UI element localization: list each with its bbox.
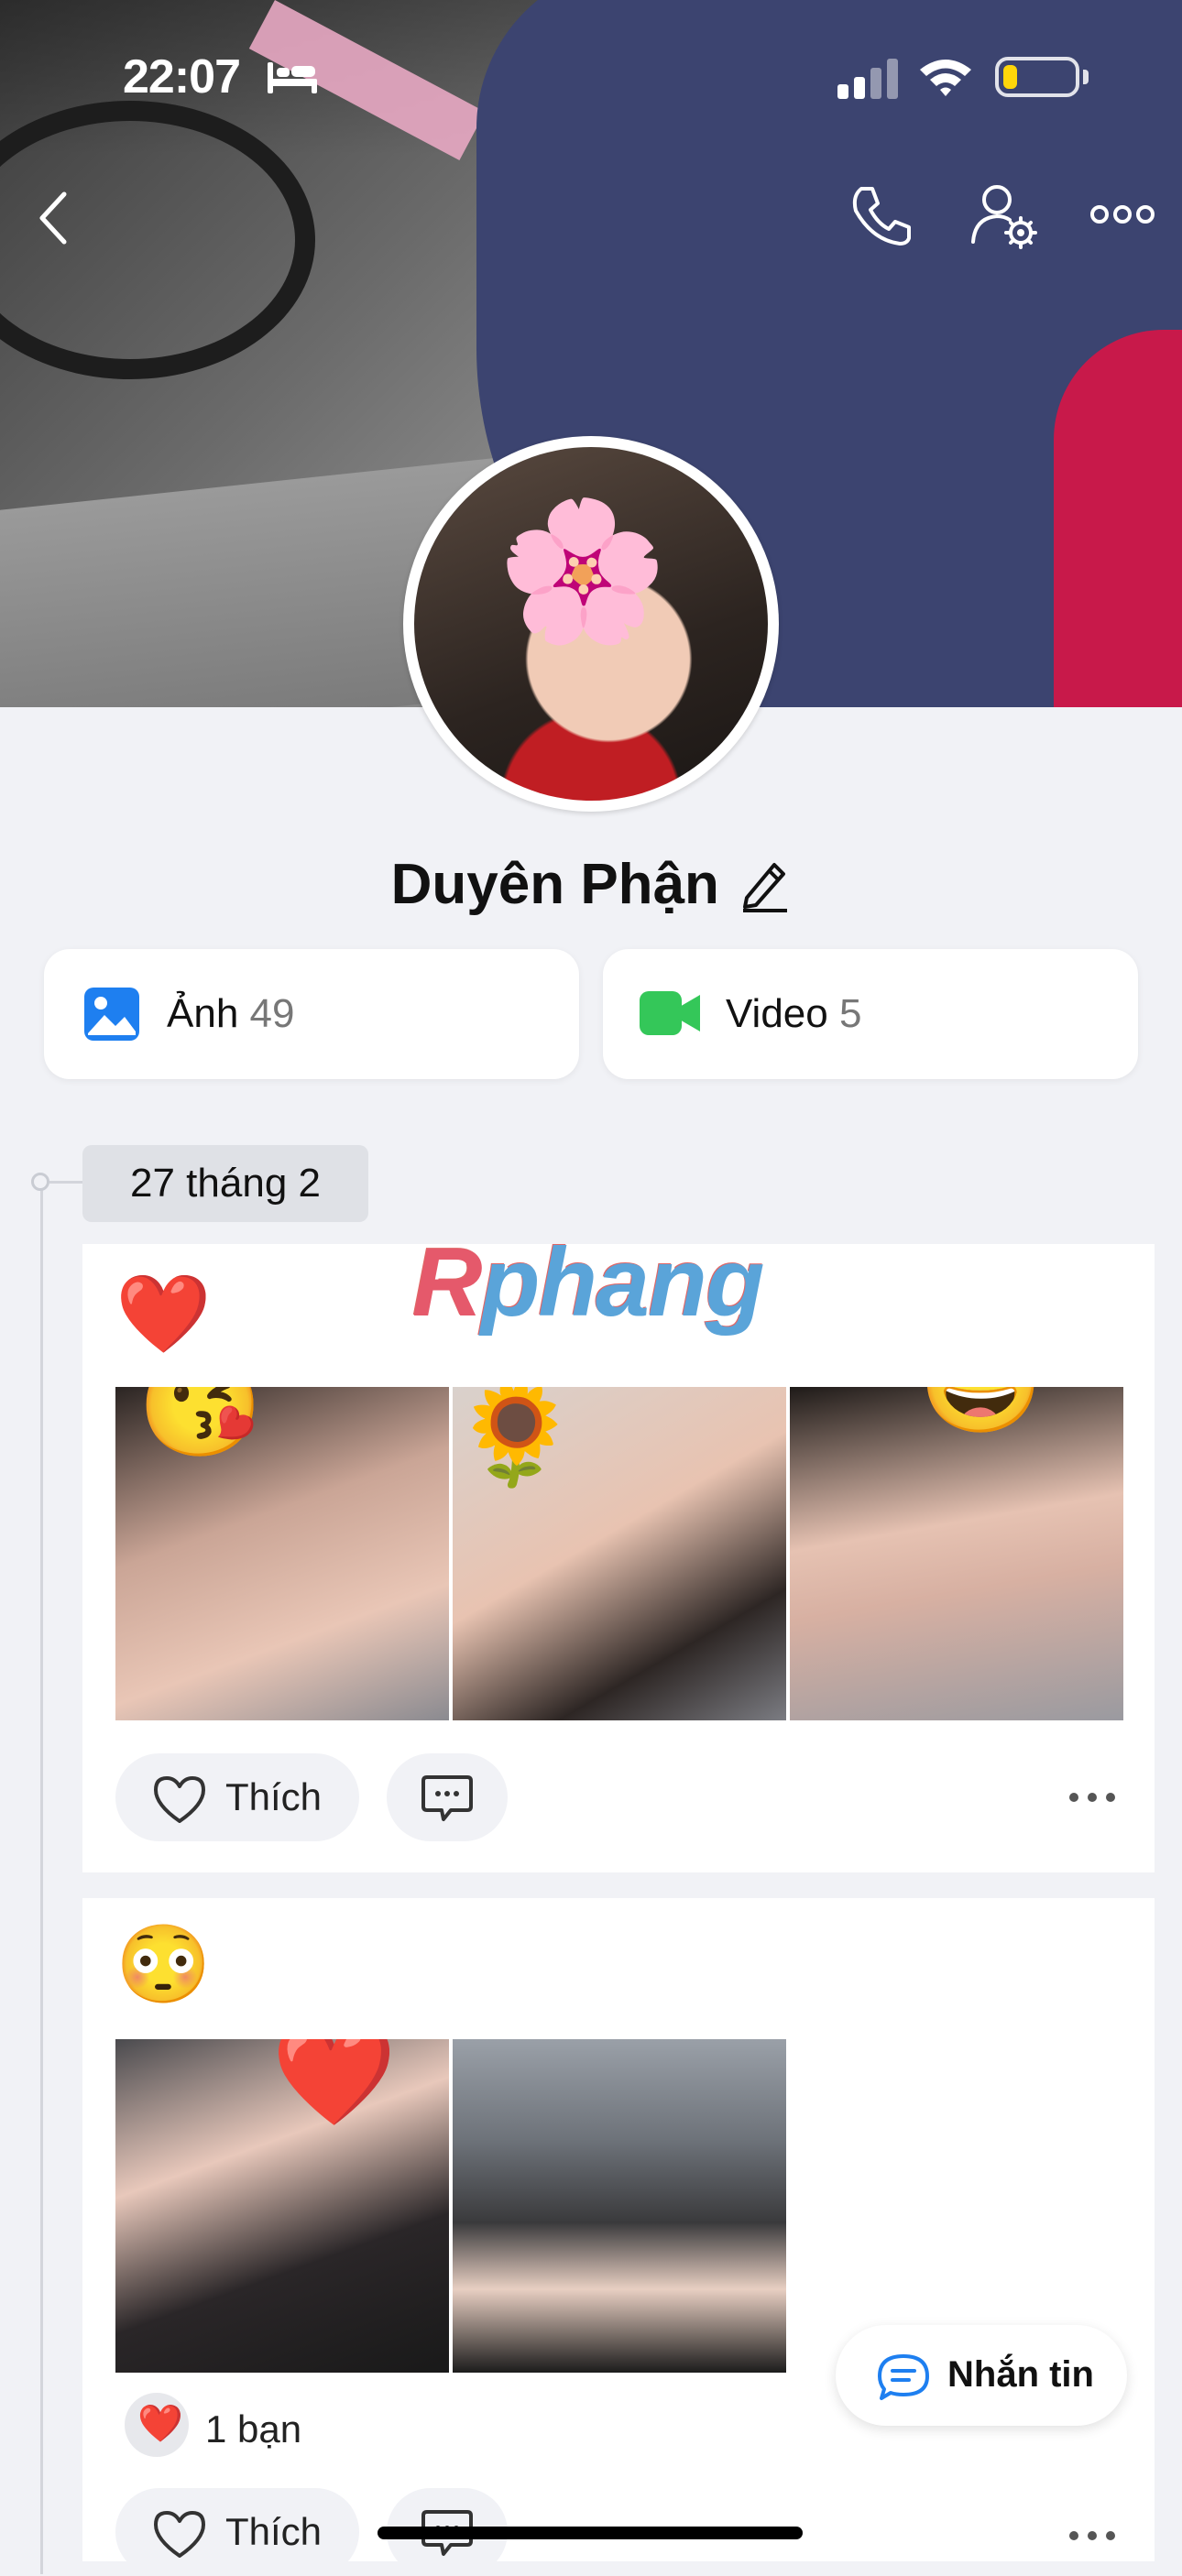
like-label: Thích xyxy=(225,1775,323,1818)
videos-label-text: Video xyxy=(726,991,828,1036)
videos-label: Video 5 xyxy=(726,991,861,1037)
battery-nub xyxy=(1083,70,1089,84)
post-card[interactable]: 😳 ❤️ xyxy=(82,1898,1155,2561)
status-bar: 22:07 xyxy=(0,0,1182,156)
heart-sticker: ❤️ xyxy=(271,2039,397,2131)
kiss-emoji-sticker: 😘 xyxy=(137,1387,263,1462)
post-photo[interactable]: 😄 xyxy=(790,1387,1123,1720)
status-time: 22:07 xyxy=(123,50,241,104)
timeline-dot xyxy=(31,1173,49,1191)
bed-icon xyxy=(268,62,317,93)
battery-indicator xyxy=(995,57,1079,97)
ellipsis-icon[interactable] xyxy=(1090,202,1155,227)
videos-count: 5 xyxy=(838,991,862,1036)
user-gear-icon[interactable] xyxy=(969,181,1037,249)
message-label: Nhắn tin xyxy=(947,2354,1094,2395)
photo-icon xyxy=(84,988,139,1041)
pencil-icon[interactable] xyxy=(739,857,791,912)
watermark-initial: R xyxy=(412,1228,483,1337)
like-button[interactable]: Thích xyxy=(115,1753,359,1841)
post-photo[interactable]: ❤️ xyxy=(115,2039,449,2373)
profile-name: Duyên Phận xyxy=(390,853,719,916)
video-camera-icon xyxy=(640,991,700,1035)
sunflower-sticker: 🌻 xyxy=(453,1387,578,1490)
battery-fill xyxy=(1003,65,1017,89)
ellipsis-icon[interactable] xyxy=(1067,2528,1118,2543)
wifi-icon xyxy=(920,60,971,96)
chat-bubble-icon xyxy=(878,2354,929,2400)
timeline-branch xyxy=(49,1181,82,1184)
videos-card[interactable]: Video 5 xyxy=(603,949,1138,1079)
reaction-count[interactable]: 1 bạn xyxy=(205,2407,301,2451)
post-photo[interactable]: 😘 xyxy=(115,1387,449,1720)
cellular-signal-icon xyxy=(837,59,898,99)
post-status-emoji: ❤️ xyxy=(115,1271,212,1357)
smile-emoji-sticker: 😄 xyxy=(918,1387,1044,1433)
post-photo[interactable]: 🌻 xyxy=(453,1387,786,1720)
photos-count: 49 xyxy=(249,991,295,1036)
post-status-emoji: 😳 xyxy=(115,1921,212,2007)
photos-card[interactable]: Ảnh 49 xyxy=(44,949,579,1079)
comment-button[interactable] xyxy=(387,1753,508,1841)
watermark-rest: phang xyxy=(480,1228,765,1337)
photos-label-text: Ảnh xyxy=(167,991,239,1036)
avatar[interactable]: 🌸 xyxy=(403,436,779,812)
avatar-photo: 🌸 xyxy=(414,447,768,801)
heart-outline-icon xyxy=(154,2511,205,2558)
timeline-line xyxy=(40,1182,43,2574)
chevron-left-icon[interactable] xyxy=(37,189,70,247)
home-indicator[interactable] xyxy=(378,2527,803,2539)
cover-photo-red-shirt xyxy=(1054,330,1182,707)
post-photo[interactable] xyxy=(453,2039,786,2373)
like-label: Thích xyxy=(225,2510,323,2553)
like-button[interactable]: Thích xyxy=(115,2488,359,2576)
heart-outline-icon xyxy=(154,1776,205,1823)
profile-name-row: Duyên Phận xyxy=(0,852,1182,917)
watermark: Rphang xyxy=(412,1228,765,1338)
heart-icon: ❤️ xyxy=(137,2404,183,2444)
flower-sticker: 🌸 xyxy=(497,494,668,648)
message-button[interactable]: Nhắn tin xyxy=(836,2325,1127,2426)
date-header: 27 tháng 2 xyxy=(82,1145,368,1222)
phone-icon[interactable] xyxy=(848,183,913,247)
photos-label: Ảnh 49 xyxy=(167,991,294,1037)
reaction-badge[interactable]: ❤️ xyxy=(125,2393,189,2457)
comment-icon xyxy=(421,1775,473,1821)
ellipsis-icon[interactable] xyxy=(1067,1790,1118,1805)
